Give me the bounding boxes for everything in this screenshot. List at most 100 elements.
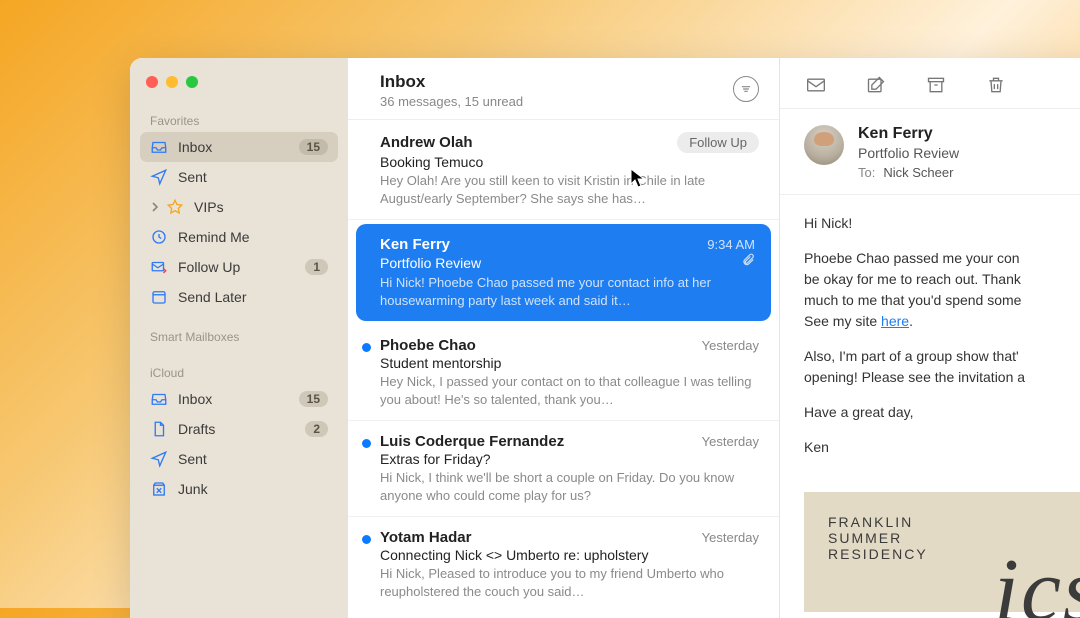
message-sender: Luis Coderque Fernandez: [380, 433, 564, 450]
site-link[interactable]: here: [881, 313, 909, 329]
window-controls: [140, 72, 338, 108]
message-sender: Ken Ferry: [380, 236, 450, 253]
message-subject: Booking Temuco: [380, 154, 759, 170]
reader-pane: Ken Ferry Portfolio Review To:Nick Schee…: [780, 58, 1080, 618]
archive-icon[interactable]: [924, 74, 948, 96]
calendar-clock-icon: [150, 288, 168, 306]
unread-dot-icon: [362, 439, 371, 448]
mail-window: Favorites Inbox 15 Sent VIPs Remind Me F…: [130, 58, 1080, 618]
sidebar-section-smart: Smart Mailboxes: [140, 324, 338, 348]
filter-button[interactable]: [733, 76, 759, 102]
body-line: Have a great day,: [804, 402, 1070, 423]
sidebar-item-label: Sent: [178, 451, 207, 467]
inbox-tray-icon: [150, 390, 168, 408]
sidebar-badge: 15: [299, 391, 328, 407]
sidebar-item-send-later[interactable]: Send Later: [140, 282, 338, 312]
message-sender: Yotam Hadar: [380, 529, 471, 546]
sidebar-section-favorites: Favorites: [140, 108, 338, 132]
sidebar-badge: 2: [305, 421, 328, 437]
inbox-tray-icon: [150, 138, 168, 156]
clock-icon: [150, 228, 168, 246]
document-icon: [150, 420, 168, 438]
message-time: 9:34 AM: [707, 237, 755, 252]
sidebar-item-label: VIPs: [194, 199, 224, 215]
compose-icon[interactable]: [864, 74, 888, 96]
paper-plane-icon: [150, 168, 168, 186]
envelope-arrow-icon: [150, 258, 168, 276]
message-preview: Hey Nick, I passed your contact on to th…: [380, 373, 759, 408]
message-row[interactable]: Yotam Hadar Yesterday Connecting Nick <>…: [348, 517, 779, 612]
message-preview: Hi Nick, I think we'll be short a couple…: [380, 469, 759, 504]
message-subject: Connecting Nick <> Umberto re: upholster…: [380, 547, 759, 563]
sidebar-item-inbox[interactable]: Inbox 15: [140, 132, 338, 162]
message-sender: Phoebe Chao: [380, 337, 476, 354]
message-subject: Extras for Friday?: [380, 451, 759, 467]
list-header: Inbox 36 messages, 15 unread: [348, 58, 779, 120]
attachment-preview[interactable]: FRANKLIN SUMMER RESIDENCY ics: [804, 492, 1080, 612]
sidebar-item-remind-me[interactable]: Remind Me: [140, 222, 338, 252]
messages: Andrew Olah Follow Up Booking Temuco Hey…: [348, 120, 779, 618]
fullscreen-window-button[interactable]: [186, 76, 198, 88]
reader-header: Ken Ferry Portfolio Review To:Nick Schee…: [780, 109, 1080, 195]
follow-up-tag: Follow Up: [677, 132, 759, 153]
message-preview: Hey Olah! Are you still keen to visit Kr…: [380, 172, 759, 207]
reader-sender: Ken Ferry: [858, 125, 959, 143]
message-row-selected[interactable]: Ken Ferry 9:34 AM Portfolio Review Hi Ni…: [356, 224, 771, 321]
message-subject: Student mentorship: [380, 355, 759, 371]
sidebar-item-sent[interactable]: Sent: [140, 162, 338, 192]
chevron-right-icon: [150, 199, 160, 215]
body-paragraph: Phoebe Chao passed me your con be okay f…: [804, 248, 1070, 332]
message-preview: Hi Nick, Pleased to introduce you to my …: [380, 565, 759, 600]
sidebar-section-icloud: iCloud: [140, 360, 338, 384]
sidebar-badge: 15: [299, 139, 328, 155]
sidebar-item-label: Inbox: [178, 391, 212, 407]
message-subject: Portfolio Review: [380, 255, 481, 271]
mailbox-count: 36 messages, 15 unread: [380, 94, 523, 109]
message-row[interactable]: Andrew Olah Follow Up Booking Temuco Hey…: [348, 120, 779, 220]
reader-to: To:Nick Scheer: [858, 165, 959, 180]
sidebar-item-label: Junk: [178, 481, 208, 497]
sidebar-item-label: Inbox: [178, 139, 212, 155]
message-sender: Andrew Olah: [380, 134, 473, 151]
sidebar: Favorites Inbox 15 Sent VIPs Remind Me F…: [130, 58, 348, 618]
sidebar-badge: 1: [305, 259, 328, 275]
message-preview: Hi Nick! Phoebe Chao passed me your cont…: [380, 274, 755, 309]
star-icon: [166, 198, 184, 216]
sidebar-item-icloud-drafts[interactable]: Drafts 2: [140, 414, 338, 444]
message-list-pane: Inbox 36 messages, 15 unread Andrew Olah…: [348, 58, 780, 618]
message-time: Yesterday: [702, 434, 759, 449]
sidebar-item-icloud-sent[interactable]: Sent: [140, 444, 338, 474]
minimize-window-button[interactable]: [166, 76, 178, 88]
sidebar-item-label: Follow Up: [178, 259, 240, 275]
sidebar-item-label: Remind Me: [178, 229, 250, 245]
reader-body: Hi Nick! Phoebe Chao passed me your con …: [780, 195, 1080, 482]
body-signature: Ken: [804, 437, 1070, 458]
unread-dot-icon: [362, 535, 371, 544]
junk-icon: [150, 480, 168, 498]
message-time: Yesterday: [702, 530, 759, 545]
sidebar-item-icloud-inbox[interactable]: Inbox 15: [140, 384, 338, 414]
body-paragraph: Also, I'm part of a group show that' ope…: [804, 346, 1070, 388]
message-row[interactable]: Phoebe Chao Yesterday Student mentorship…: [348, 325, 779, 421]
mailbox-title: Inbox: [380, 72, 523, 92]
message-row[interactable]: Luis Coderque Fernandez Yesterday Extras…: [348, 421, 779, 517]
trash-icon[interactable]: [984, 74, 1008, 96]
message-time: Yesterday: [702, 338, 759, 353]
reader-subject: Portfolio Review: [858, 145, 959, 161]
envelope-icon[interactable]: [804, 74, 828, 96]
paperclip-icon: [741, 253, 755, 272]
attachment-text: FRANKLIN: [828, 514, 1066, 530]
close-window-button[interactable]: [146, 76, 158, 88]
sidebar-item-label: Drafts: [178, 421, 215, 437]
sidebar-item-label: Send Later: [178, 289, 247, 305]
sender-avatar: [804, 125, 844, 165]
body-line: Hi Nick!: [804, 213, 1070, 234]
unread-dot-icon: [362, 343, 371, 352]
paper-plane-icon: [150, 450, 168, 468]
sidebar-item-label: Sent: [178, 169, 207, 185]
reader-toolbar: [780, 58, 1080, 109]
sidebar-item-follow-up[interactable]: Follow Up 1: [140, 252, 338, 282]
sidebar-item-icloud-junk[interactable]: Junk: [140, 474, 338, 504]
attachment-art: ics: [994, 539, 1080, 618]
sidebar-item-vips[interactable]: VIPs: [140, 192, 338, 222]
